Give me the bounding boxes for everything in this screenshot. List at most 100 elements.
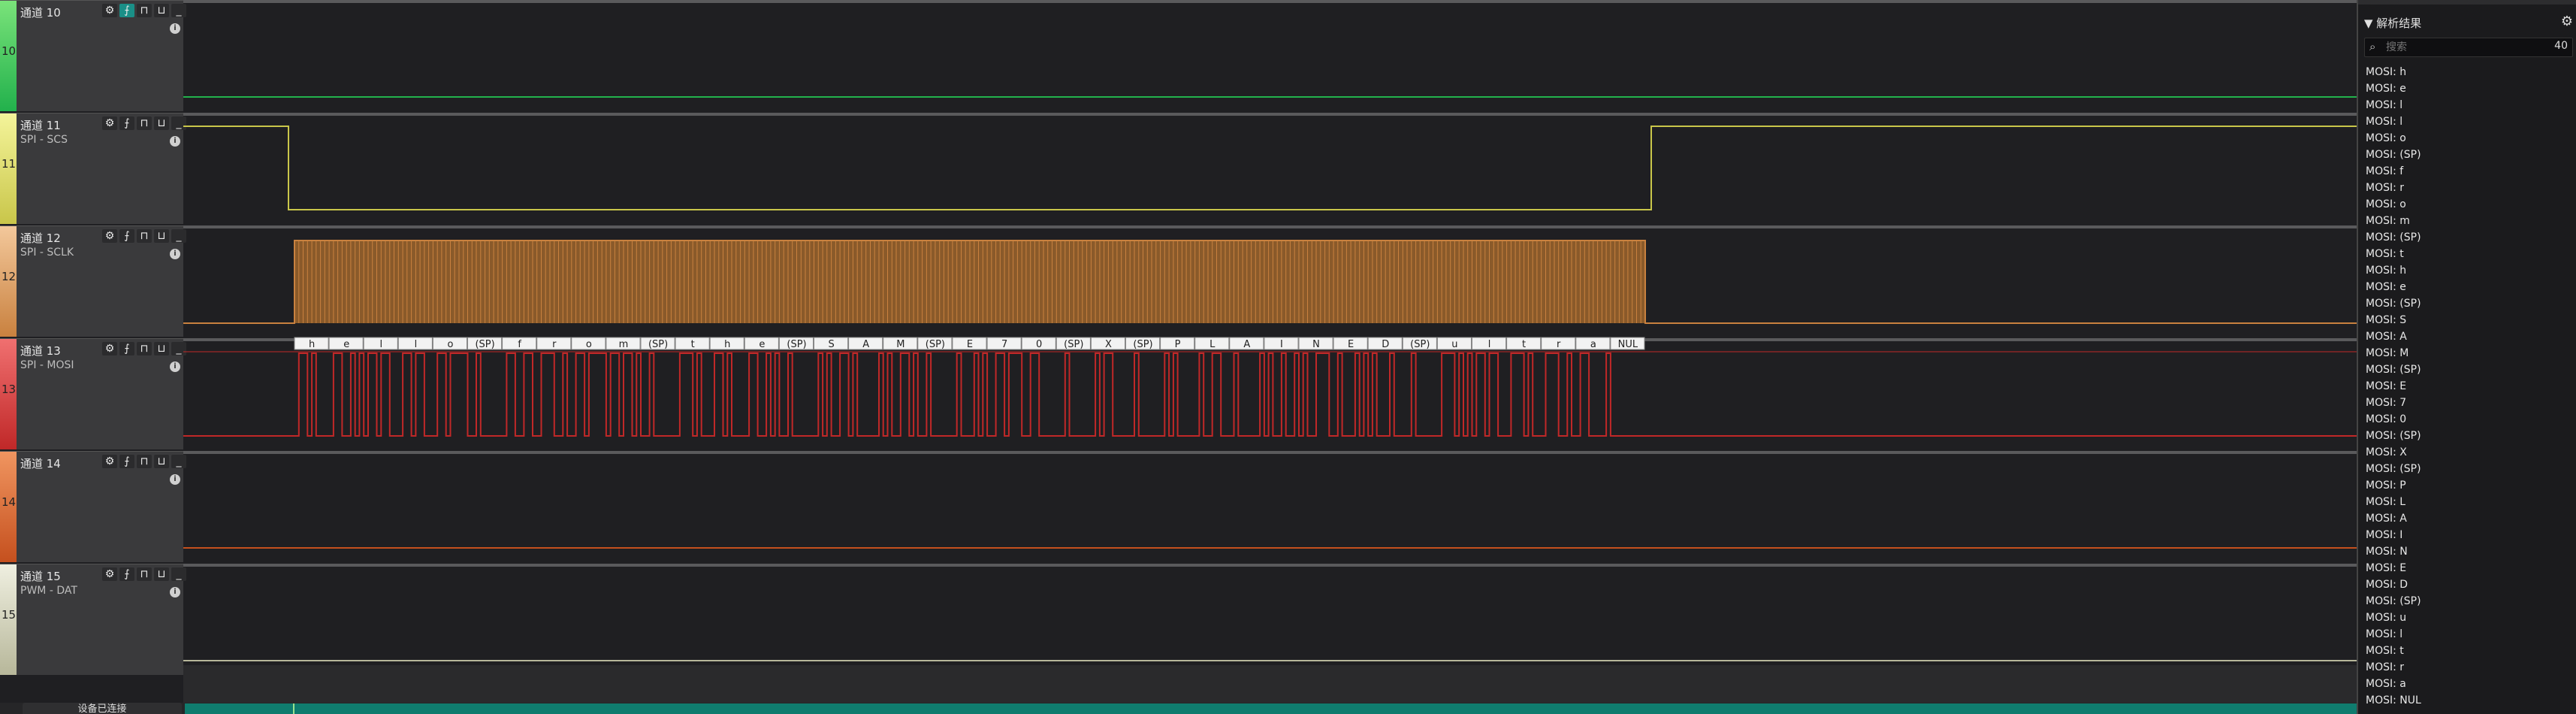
pulse-low-icon[interactable]: ⊔	[154, 567, 169, 581]
result-item[interactable]: MOSI: I	[2366, 527, 2421, 543]
edge-trigger-icon[interactable]: ⨍	[119, 229, 134, 243]
gear-icon[interactable]: ⚙	[102, 342, 117, 355]
search-icon: ⌕	[2369, 40, 2376, 53]
edge-trigger-icon[interactable]: ⨍	[119, 4, 134, 17]
result-item[interactable]: MOSI: r	[2366, 659, 2421, 676]
channel-toolbar: ⚙ ⨍ ⊓ ⊔ _	[102, 4, 186, 17]
channel-panel-12[interactable]: 12 通道 12 SPI - SCLK ⚙ ⨍ ⊓ ⊔ _ i	[0, 225, 186, 337]
result-item[interactable]: MOSI: A	[2366, 328, 2421, 345]
result-item[interactable]: MOSI: f	[2366, 163, 2421, 180]
capture-progress-bar[interactable]	[185, 703, 2357, 714]
info-icon[interactable]: i	[170, 474, 180, 485]
pulse-low-icon[interactable]: ⊔	[154, 342, 169, 355]
result-item[interactable]: MOSI: (SP)	[2366, 295, 2421, 312]
byte-label: t	[1522, 339, 1526, 350]
info-icon[interactable]: i	[170, 23, 180, 34]
result-item[interactable]: MOSI: M	[2366, 345, 2421, 362]
results-search[interactable]: ⌕ 40	[2364, 38, 2573, 57]
result-item[interactable]: MOSI: l	[2366, 113, 2421, 130]
result-item[interactable]: MOSI: m	[2366, 213, 2421, 229]
result-item[interactable]: MOSI: e	[2366, 80, 2421, 97]
result-item[interactable]: MOSI: X	[2366, 444, 2421, 461]
result-item[interactable]: MOSI: A	[2366, 510, 2421, 527]
channel-color-strip: 13	[0, 339, 17, 449]
pulse-low-icon[interactable]: ⊔	[154, 4, 169, 17]
result-item[interactable]: MOSI: a	[2366, 676, 2421, 692]
result-item[interactable]: MOSI: E	[2366, 378, 2421, 395]
channel-name[interactable]: 通道 13	[20, 343, 61, 359]
info-icon[interactable]: i	[170, 362, 180, 372]
ch11-signal	[183, 126, 2357, 210]
gear-icon[interactable]: ⚙	[102, 567, 117, 581]
result-item[interactable]: MOSI: e	[2366, 279, 2421, 295]
capture-marker[interactable]	[293, 703, 294, 714]
result-item[interactable]: MOSI: (SP)	[2366, 461, 2421, 477]
channel-panel-15[interactable]: 15 通道 15 PWM - DAT ⚙ ⨍ ⊓ ⊔ _ i	[0, 564, 186, 675]
pulse-high-icon[interactable]: ⊓	[137, 4, 152, 17]
result-item[interactable]: MOSI: (SP)	[2366, 428, 2421, 444]
result-item[interactable]: MOSI: D	[2366, 576, 2421, 593]
result-item[interactable]: MOSI: L	[2366, 494, 2421, 510]
info-icon[interactable]: i	[170, 249, 180, 259]
result-item[interactable]: MOSI: N	[2366, 543, 2421, 560]
gear-icon[interactable]: ⚙	[102, 116, 117, 130]
channel-panel-13[interactable]: 13 通道 13 SPI - MOSI ⚙ ⨍ ⊓ ⊔ _ i	[0, 338, 186, 449]
result-item[interactable]: MOSI: t	[2366, 246, 2421, 262]
result-item[interactable]: MOSI: l	[2366, 97, 2421, 113]
timeline-track[interactable]	[183, 665, 2357, 703]
pulse-high-icon[interactable]: ⊓	[137, 342, 152, 355]
result-item[interactable]: MOSI: u	[2366, 610, 2421, 626]
channel-name[interactable]: 通道 15	[20, 568, 61, 584]
gear-icon[interactable]: ⚙	[102, 455, 117, 468]
result-item[interactable]: MOSI: (SP)	[2366, 362, 2421, 378]
result-item[interactable]: MOSI: S	[2366, 312, 2421, 328]
byte-label: L	[1209, 339, 1216, 350]
pulse-low-icon[interactable]: ⊔	[154, 455, 169, 468]
result-item[interactable]: MOSI: (SP)	[2366, 147, 2421, 163]
pulse-low-icon[interactable]: ⊔	[154, 229, 169, 243]
byte-label: 0	[1036, 339, 1042, 350]
channel-panel-14[interactable]: 14 通道 14 ⚙ ⨍ ⊓ ⊔ _ i	[0, 451, 186, 562]
result-item[interactable]: MOSI: l	[2366, 626, 2421, 643]
result-item[interactable]: MOSI: h	[2366, 262, 2421, 279]
pulse-high-icon[interactable]: ⊓	[137, 116, 152, 130]
edge-trigger-icon[interactable]: ⨍	[119, 455, 134, 468]
results-list: MOSI: h MOSI: e MOSI: l MOSI: l MOSI: o MOSI:…	[2366, 64, 2421, 709]
result-item[interactable]: MOSI: E	[2366, 560, 2421, 576]
result-item[interactable]: MOSI: (SP)	[2366, 229, 2421, 246]
result-item[interactable]: MOSI: NUL	[2366, 692, 2421, 709]
pulse-high-icon[interactable]: ⊓	[137, 229, 152, 243]
pulse-low-icon[interactable]: ⊔	[154, 116, 169, 130]
search-input[interactable]	[2384, 40, 2538, 55]
pulse-high-icon[interactable]: ⊓	[137, 455, 152, 468]
channel-name[interactable]: 通道 10	[20, 5, 61, 20]
result-item[interactable]: MOSI: P	[2366, 477, 2421, 494]
pulse-high-icon[interactable]: ⊓	[137, 567, 152, 581]
result-item[interactable]: MOSI: 7	[2366, 395, 2421, 411]
channel-panel-11[interactable]: 11 通道 11 SPI - SCS ⚙ ⨍ ⊓ ⊔ _ i	[0, 113, 186, 224]
channel-number: 14	[2, 495, 17, 509]
device-status-button[interactable]: 设备已连接	[23, 703, 182, 714]
channel-name[interactable]: 通道 12	[20, 230, 61, 246]
waveform-area[interactable]: h e l l o (SP) f r o m (SP) t h e (SP) S A M (SP) E 7 0 (SP) X (…	[183, 0, 2357, 703]
result-item[interactable]: MOSI: 0	[2366, 411, 2421, 428]
channel-name[interactable]: 通道 14	[20, 455, 61, 471]
result-item[interactable]: MOSI: r	[2366, 180, 2421, 196]
info-icon[interactable]: i	[170, 136, 180, 147]
channel-name[interactable]: 通道 11	[20, 117, 61, 133]
result-item[interactable]: MOSI: t	[2366, 643, 2421, 659]
edge-trigger-icon[interactable]: ⨍	[119, 342, 134, 355]
gear-icon[interactable]: ⚙	[102, 229, 117, 243]
edge-trigger-icon[interactable]: ⨍	[119, 567, 134, 581]
result-item[interactable]: MOSI: h	[2366, 64, 2421, 80]
byte-label: m	[619, 339, 629, 350]
edge-trigger-icon[interactable]: ⨍	[119, 116, 134, 130]
info-icon[interactable]: i	[170, 587, 180, 598]
result-item[interactable]: MOSI: (SP)	[2366, 593, 2421, 610]
gear-icon[interactable]: ⚙	[102, 4, 117, 17]
channel-panel-10[interactable]: 10 通道 10 ⚙ ⨍ ⊓ ⊔ _ i	[0, 0, 186, 111]
gear-icon[interactable]: ⚙	[2561, 14, 2573, 29]
results-title[interactable]: ▼ 解析结果	[2364, 15, 2421, 31]
result-item[interactable]: MOSI: o	[2366, 196, 2421, 213]
result-item[interactable]: MOSI: o	[2366, 130, 2421, 147]
